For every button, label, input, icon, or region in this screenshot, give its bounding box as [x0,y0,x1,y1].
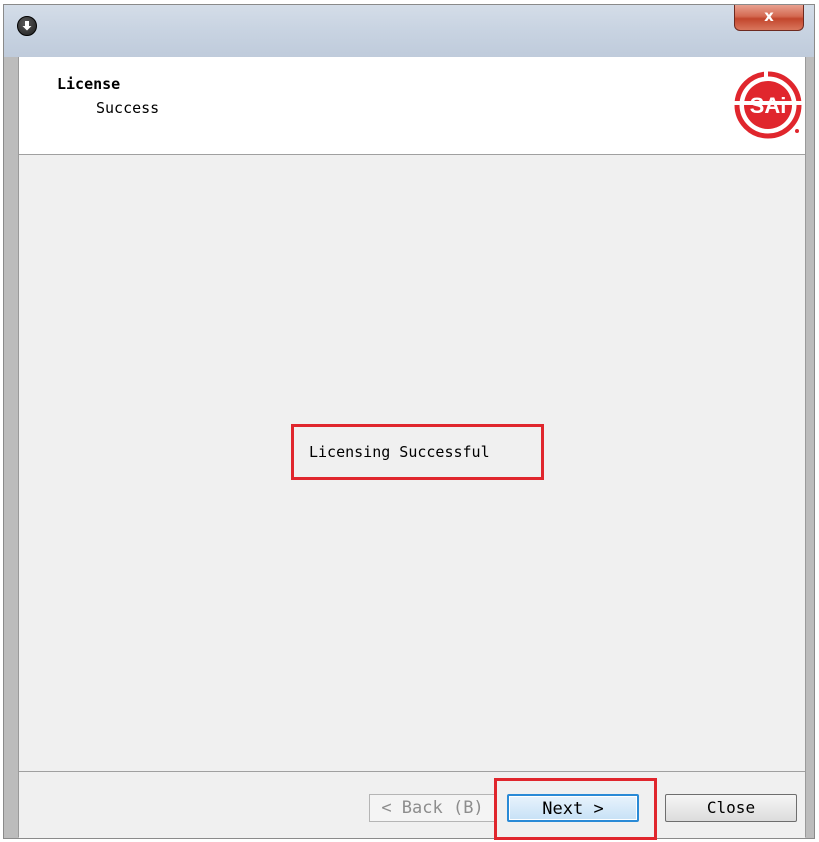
title-bar: x [4,5,814,57]
back-button[interactable]: < Back (B) [369,794,496,822]
close-icon: x [764,7,774,25]
wizard-client-area: License Success SAi Licensing Successful… [18,57,806,840]
svg-text:SAi: SAi [750,93,787,118]
page-subtitle: Success [96,99,160,117]
close-button[interactable]: Close [665,794,797,822]
window-close-button[interactable]: x [734,5,804,31]
wizard-header: License Success SAi [19,57,805,155]
wizard-footer: < Back (B) Next > Close [19,771,805,840]
status-message: Licensing Successful [309,443,490,461]
wizard-content: Licensing Successful [19,155,805,771]
installer-window: x License Success SAi Licensing Successf… [3,4,815,840]
sai-logo: SAi [734,71,804,139]
status-highlight: Licensing Successful [291,424,544,480]
next-button-highlight [494,778,657,840]
download-arrow-icon [17,16,37,36]
page-title: License [57,75,121,93]
